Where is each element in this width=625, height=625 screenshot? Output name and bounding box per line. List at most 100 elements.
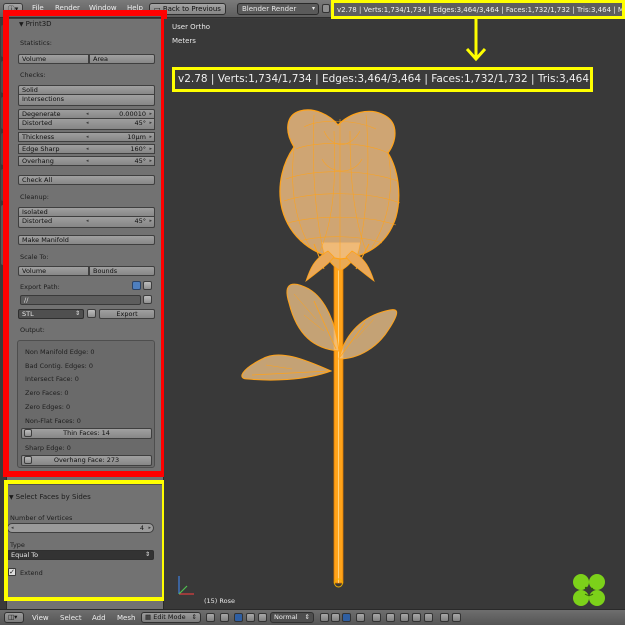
check-all-button[interactable]: Check All	[18, 175, 155, 185]
rose-mesh-render	[178, 19, 605, 606]
distorted-field[interactable]: Distorted ◂ 45° ▸	[18, 119, 155, 130]
arrow-right-icon: ▸	[149, 146, 152, 152]
select-faces-panel-header[interactable]: ▼ Select Faces by Sides	[9, 493, 91, 505]
object-label: (15) Rose	[204, 597, 235, 605]
viewport-icon: ◫▾	[8, 613, 18, 621]
arrow-right-icon: ▸	[148, 525, 151, 531]
output-zero-faces: Zero Faces: 0	[25, 389, 69, 397]
menu-view[interactable]: View	[32, 614, 49, 622]
overhang-face-button[interactable]: Overhang Face: 273	[21, 455, 152, 466]
editor-type-button[interactable]: ◫▾	[4, 612, 24, 623]
edge-select-icon[interactable]	[331, 613, 340, 622]
arrow-left-icon: ◂	[86, 146, 89, 152]
info-icon: ⓘ▾	[7, 5, 19, 13]
print3d-panel-header[interactable]: ▼ Print3D	[19, 20, 52, 32]
manipulator-icon[interactable]	[234, 613, 243, 622]
tab-options[interactable]	[1, 133, 6, 165]
intersections-check-button[interactable]: Intersections	[18, 95, 155, 106]
degenerate-field[interactable]: Degenerate ◂ 0.00010 ▸	[18, 109, 155, 119]
chevron-updown-icon: ⇕	[74, 310, 80, 317]
screen-icon: ▭	[154, 5, 163, 13]
arrow-left-icon: ◂	[86, 158, 89, 164]
tab-print3d[interactable]	[1, 205, 6, 265]
edge-sharp-value: 160°	[130, 145, 146, 153]
cleanup-distorted-field[interactable]: Distorted ◂ 45° ▸	[18, 217, 155, 228]
snap-element-icon[interactable]	[412, 613, 421, 622]
tool-shelf-tabs	[0, 19, 7, 609]
menu-add[interactable]: Add	[92, 614, 106, 622]
export-button[interactable]: Export	[99, 309, 155, 319]
output-label: Output:	[20, 326, 45, 334]
shading-icon[interactable]	[206, 613, 215, 622]
number-of-vertices-label: Number of Vertices	[10, 514, 73, 522]
solid-check-button[interactable]: Solid	[18, 85, 155, 95]
export-path-input[interactable]: //	[20, 295, 141, 305]
save-icon[interactable]	[143, 281, 152, 290]
rotate-icon[interactable]	[258, 613, 267, 622]
export-format-select[interactable]: STL ⇕	[18, 309, 84, 319]
axis-gizmo	[178, 576, 194, 595]
render-preview-icon[interactable]	[440, 613, 449, 622]
degenerate-value: 0.00010	[119, 110, 146, 118]
make-manifold-button[interactable]: Make Manifold	[18, 235, 155, 245]
export-settings-icon[interactable]	[87, 309, 96, 318]
scale-bounds-button[interactable]: Bounds	[89, 266, 155, 276]
area-button[interactable]: Area	[89, 54, 155, 64]
mode-select[interactable]: ▦ Edit Mode ⇕	[141, 612, 201, 623]
menu-window[interactable]: Window	[89, 4, 117, 12]
output-sharp-edge: Sharp Edge: 0	[25, 444, 71, 452]
falloff-icon[interactable]	[386, 613, 395, 622]
arrow-left-icon: ◂	[86, 120, 89, 126]
folder-icon[interactable]	[143, 295, 152, 304]
overhang-field[interactable]: Overhang ◂ 45° ▸	[18, 156, 155, 166]
output-intersect-face: Intersect Face: 0	[25, 375, 79, 383]
editor-type-button[interactable]: ⓘ▾	[3, 3, 23, 15]
thickness-field[interactable]: Thickness ◂ 10µm ▸	[18, 132, 155, 142]
stats-highlight-box: v2.78 | Verts:1,734/1,734 | Edges:3,464/…	[331, 0, 625, 19]
overhang-label: Overhang	[22, 157, 54, 165]
cleanup-label: Cleanup:	[20, 193, 49, 201]
back-to-previous-button[interactable]: ▭ Back to Previous	[149, 3, 226, 15]
menu-file[interactable]: File	[32, 4, 44, 12]
isolated-button[interactable]: Isolated	[18, 207, 155, 217]
gl-render-icon[interactable]	[452, 613, 461, 622]
face-select-icon[interactable]	[342, 613, 351, 622]
number-of-vertices-field[interactable]: ◂ 4 ▸	[7, 523, 154, 533]
magnet-icon[interactable]	[400, 613, 409, 622]
tab-shading[interactable]	[1, 97, 6, 129]
proportional-edit-icon[interactable]	[372, 613, 381, 622]
tab-tools[interactable]	[1, 25, 6, 57]
scale-volume-button[interactable]: Volume	[18, 266, 89, 276]
chevron-updown-icon: ⇕	[304, 613, 310, 621]
edge-sharp-field[interactable]: Edge Sharp ◂ 160° ▸	[18, 144, 155, 154]
occlude-icon[interactable]	[356, 613, 365, 622]
orientation-select[interactable]: Normal ⇕	[270, 612, 314, 623]
arrow-left-icon: ◂	[86, 134, 89, 140]
type-label: Type	[10, 541, 25, 549]
menu-render[interactable]: Render	[55, 4, 80, 12]
thickness-value: 10µm	[127, 133, 146, 141]
translate-icon[interactable]	[246, 613, 255, 622]
scene-stats: v2.78 | Verts:1,734/1,734 | Edges:3,464/…	[337, 6, 625, 14]
menu-mesh[interactable]: Mesh	[117, 614, 135, 622]
thin-faces-button[interactable]: Thin Faces: 14	[21, 428, 152, 439]
file-browse-icon[interactable]	[132, 281, 141, 290]
tab-grease-pencil[interactable]	[1, 169, 6, 201]
panel-collapse-icon: ▼	[9, 494, 14, 501]
tab-create[interactable]	[1, 61, 6, 93]
pivot-icon[interactable]	[220, 613, 229, 622]
render-icon[interactable]	[322, 4, 330, 13]
type-select[interactable]: Equal To ⇕	[7, 550, 154, 560]
chevron-updown-icon: ⇕	[144, 551, 150, 558]
vertex-select-icon[interactable]	[320, 613, 329, 622]
render-engine-select[interactable]: Blender Render ▾	[237, 3, 319, 15]
callout-arrow	[465, 19, 487, 62]
orientation-label: Normal	[274, 613, 298, 621]
snap-target-icon[interactable]	[424, 613, 433, 622]
volume-button[interactable]: Volume	[18, 54, 89, 64]
extend-checkbox[interactable]: ✓	[8, 568, 16, 576]
output-non-flat: Non-Flat Faces: 0	[25, 417, 81, 425]
menu-select[interactable]: Select	[60, 614, 82, 622]
menu-help[interactable]: Help	[127, 4, 143, 12]
distorted-value: 45°	[134, 119, 146, 127]
